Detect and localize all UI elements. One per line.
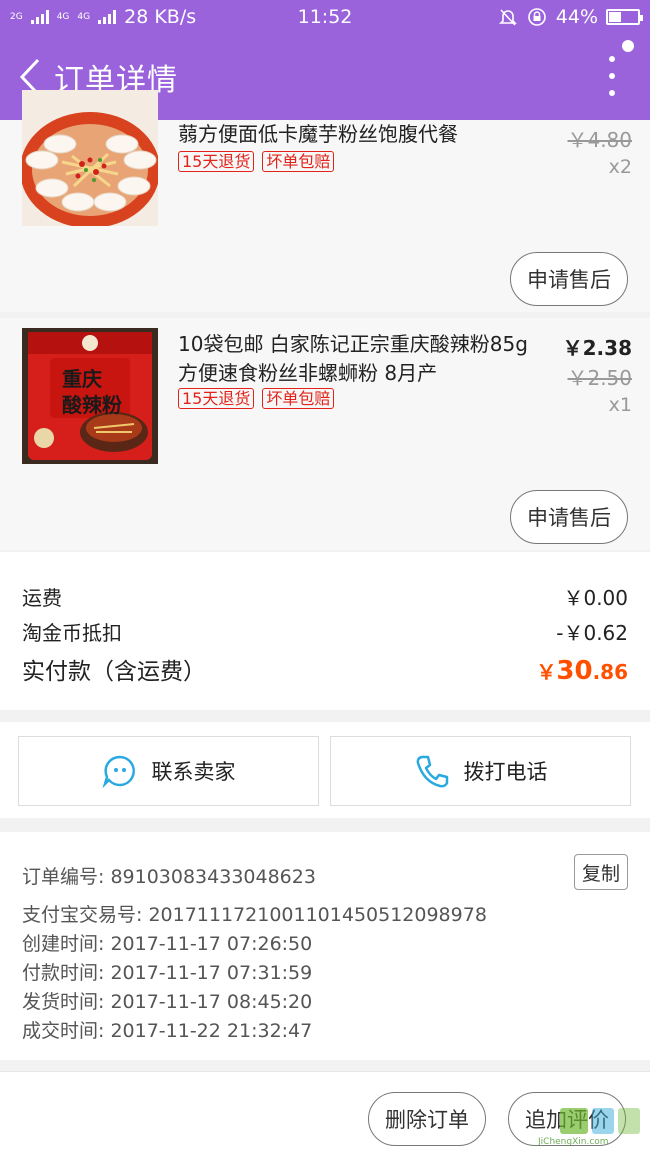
site-watermark-logo: JiChengXin.com: [537, 1108, 640, 1147]
more-dot-icon: [609, 90, 615, 96]
completed-time: 成交时间: 2017-11-22 21:32:47: [22, 1020, 313, 1042]
contact-section: 联系卖家 拨打电话: [0, 722, 650, 818]
product-image[interactable]: 重庆 酸辣粉: [22, 328, 158, 464]
coin-label: 淘金币抵扣: [22, 621, 122, 645]
after-sale-button[interactable]: 申请售后: [510, 252, 628, 306]
total-currency: ￥: [536, 660, 557, 684]
product-name[interactable]: 10袋包邮 白家陈记正宗重庆酸辣粉85g方便速食粉丝非螺蛳粉 8月产: [178, 330, 528, 388]
notification-dot: [622, 40, 634, 52]
total-label: 实付款（含运费）: [22, 659, 206, 685]
created-time: 创建时间: 2017-11-17 07:26:50: [22, 933, 313, 955]
shipping-label: 运费: [22, 586, 62, 610]
more-dot-icon: [609, 56, 615, 62]
battery-icon: [606, 9, 643, 25]
more-dot-icon: [609, 73, 615, 79]
quantity: x1: [608, 394, 632, 416]
damage-compensation-tag: 坏单包赔: [262, 388, 335, 409]
fee-summary: 运费 ￥0.00 淘金币抵扣 -￥0.62 实付款（含运费） ￥30.86: [0, 552, 650, 710]
shipped-time: 发货时间: 2017-11-17 08:45:20: [22, 991, 313, 1013]
price: ￥2.38: [562, 336, 632, 360]
bottom-action-bar: 删除订单 追加评价 JiChengXin.com: [0, 1072, 650, 1155]
total-decimal: .86: [592, 660, 628, 684]
coin-value: -￥0.62: [556, 621, 628, 645]
copy-button[interactable]: 复制: [574, 854, 628, 890]
damage-compensation-tag: 坏单包赔: [262, 151, 335, 172]
return-tag: 15天退货: [178, 151, 255, 172]
product-name[interactable]: 蒻方便面低卡魔芋粉丝饱腹代餐: [178, 120, 528, 149]
order-number: 订单编号: 89103083433048623: [22, 866, 316, 888]
more-menu-button[interactable]: [602, 56, 622, 96]
package-text-2: 酸辣粉: [62, 393, 122, 417]
contact-seller-button[interactable]: 联系卖家: [18, 736, 319, 806]
phone-icon: [416, 755, 448, 788]
product-tags: 15天退货 坏单包赔: [178, 388, 335, 409]
original-price: ￥4.80: [567, 128, 632, 152]
original-price: ￥2.50: [567, 366, 632, 390]
call-phone-label: 拨打电话: [463, 760, 548, 784]
shipping-row: 运费 ￥0.00: [22, 582, 628, 611]
after-sale-button[interactable]: 申请售后: [510, 490, 628, 544]
paid-time: 付款时间: 2017-11-17 07:31:59: [22, 962, 313, 984]
quantity: x2: [608, 156, 632, 178]
noodle-package-image: 重庆 酸辣粉: [22, 328, 158, 464]
watermark-text: JiChengXin.com: [537, 1137, 609, 1147]
package-text-1: 重庆: [62, 367, 102, 391]
alipay-trade-number: 支付宝交易号: 2017111721001101450512098978: [22, 904, 487, 926]
product-tags: 15天退货 坏单包赔: [178, 151, 335, 172]
noodle-dish-image: [22, 90, 158, 226]
coin-deduction-row: 淘金币抵扣 -￥0.62: [22, 617, 628, 646]
order-info: 订单编号: 89103083433048623 复制 支付宝交易号: 20171…: [0, 832, 650, 1060]
call-phone-button[interactable]: 拨打电话: [330, 736, 631, 806]
order-item[interactable]: 蒻方便面低卡魔芋粉丝饱腹代餐 15天退货 坏单包赔 ￥4.80 x2 申请售后: [0, 90, 650, 312]
delete-order-button[interactable]: 删除订单: [368, 1092, 486, 1146]
order-item[interactable]: 重庆 酸辣粉 10袋包邮 白家陈记正宗重庆酸辣粉85g方便速食粉丝非螺蛳粉 8月…: [0, 318, 650, 550]
battery-fill: [609, 12, 622, 22]
total-amount: ￥30.86: [536, 656, 628, 686]
product-image[interactable]: [22, 90, 158, 226]
status-bar: 2G 4G 4G 28 KB/s 11:52 44%: [0, 0, 650, 34]
chat-bubble-icon: [101, 755, 135, 789]
total-row: 实付款（含运费） ￥30.86: [22, 652, 628, 686]
clock: 11:52: [297, 6, 353, 28]
total-integer: 30: [556, 656, 593, 686]
contact-seller-label: 联系卖家: [151, 760, 236, 784]
shipping-value: ￥0.00: [563, 586, 628, 610]
return-tag: 15天退货: [178, 388, 255, 409]
